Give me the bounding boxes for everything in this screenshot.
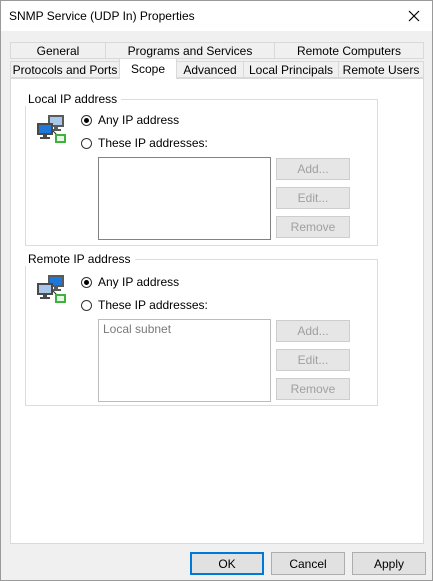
remote-ip-group-title: Remote IP address [25, 252, 135, 266]
local-ip-list[interactable] [98, 157, 271, 240]
local-edit-button[interactable]: Edit... [276, 187, 350, 209]
remote-these-ip-label: These IP addresses: [98, 298, 208, 312]
title-bar: SNMP Service (UDP In) Properties [1, 1, 432, 31]
local-remove-button[interactable]: Remove [276, 216, 350, 238]
properties-dialog: SNMP Service (UDP In) Properties General… [0, 0, 433, 581]
remote-these-ip-radio-circle [81, 299, 92, 311]
local-ip-group: Local IP address Any IP address These IP… [25, 92, 378, 246]
tab-remote-computers[interactable]: Remote Computers [274, 42, 424, 59]
local-any-ip-radio-circle [81, 114, 92, 126]
network-computers-icon [37, 275, 66, 303]
local-these-ip-label: These IP addresses: [98, 136, 208, 150]
remote-any-ip-label: Any IP address [98, 275, 180, 289]
ok-button[interactable]: OK [190, 552, 264, 575]
network-computers-icon [37, 115, 66, 143]
window-title: SNMP Service (UDP In) Properties [9, 9, 195, 23]
remote-ip-group: Remote IP address Any IP address These I… [25, 252, 378, 406]
remote-remove-button[interactable]: Remove [276, 378, 350, 400]
tab-scope[interactable]: Scope [119, 58, 177, 79]
remote-edit-button[interactable]: Edit... [276, 349, 350, 371]
remote-these-ip-radio[interactable]: These IP addresses: [81, 298, 208, 312]
tab-remote-users[interactable]: Remote Users [338, 61, 424, 78]
close-icon [408, 10, 420, 22]
local-these-ip-radio[interactable]: These IP addresses: [81, 136, 208, 150]
tab-advanced[interactable]: Advanced [176, 61, 244, 78]
tab-programs-and-services[interactable]: Programs and Services [105, 42, 275, 59]
tab-protocols-and-ports[interactable]: Protocols and Ports [10, 61, 120, 78]
apply-button[interactable]: Apply [352, 552, 426, 575]
tab-local-principals[interactable]: Local Principals [243, 61, 339, 78]
remote-any-ip-radio[interactable]: Any IP address [81, 275, 179, 289]
scope-tab-panel: Local IP address Any IP address These IP… [10, 78, 424, 544]
remote-add-button[interactable]: Add... [276, 320, 350, 342]
local-these-ip-radio-circle [81, 137, 92, 149]
tab-general[interactable]: General [10, 42, 106, 59]
local-any-ip-label: Any IP address [98, 113, 180, 127]
remote-ip-list[interactable]: Local subnet [98, 319, 271, 402]
local-add-button[interactable]: Add... [276, 158, 350, 180]
local-ip-group-title: Local IP address [25, 92, 122, 106]
local-any-ip-radio[interactable]: Any IP address [81, 113, 179, 127]
close-button[interactable] [396, 1, 432, 31]
remote-any-ip-radio-circle [81, 276, 92, 288]
cancel-button[interactable]: Cancel [271, 552, 345, 575]
remote-ip-list-item: Local subnet [103, 322, 172, 336]
